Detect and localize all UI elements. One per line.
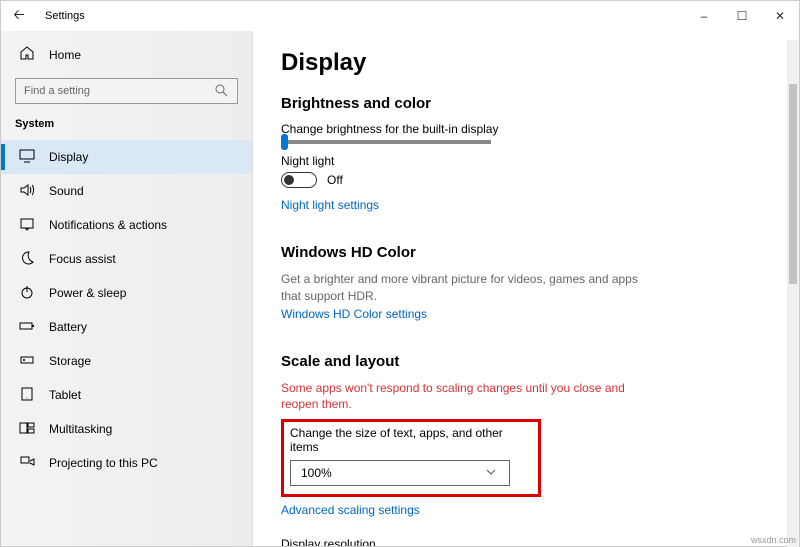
display-icon	[19, 148, 35, 167]
sidebar: Home Find a setting System Display Sound	[1, 31, 253, 546]
scrollbar-thumb[interactable]	[789, 84, 797, 284]
search-placeholder: Find a setting	[24, 85, 90, 97]
sidebar-item-label: Battery	[49, 320, 87, 334]
sidebar-item-projecting[interactable]: Projecting to this PC	[1, 446, 252, 480]
sidebar-item-battery[interactable]: Battery	[1, 310, 252, 344]
watermark: wsxdn.com	[751, 535, 796, 545]
main-content: Display Brightness and color Change brig…	[253, 31, 799, 546]
scale-dropdown-label: Change the size of text, apps, and other…	[290, 426, 532, 454]
sidebar-item-label: Tablet	[49, 388, 81, 402]
search-icon	[213, 82, 229, 101]
section-scale: Scale and layout	[281, 353, 771, 370]
scale-dropdown-value: 100%	[301, 466, 332, 480]
nightlight-settings-link[interactable]: Night light settings	[281, 198, 379, 212]
sidebar-item-label: Focus assist	[49, 252, 116, 266]
sidebar-item-focus-assist[interactable]: Focus assist	[1, 242, 252, 276]
brightness-slider[interactable]	[281, 140, 491, 144]
home-icon	[19, 45, 35, 64]
storage-icon	[19, 352, 35, 371]
nightlight-state: Off	[327, 173, 343, 187]
sidebar-item-storage[interactable]: Storage	[1, 344, 252, 378]
sidebar-item-label: Display	[49, 150, 88, 164]
settings-window: 🡠 Settings – ☐ ✕ Home Find a setting Sys…	[0, 0, 800, 547]
scrollbar[interactable]	[787, 40, 799, 547]
brightness-slider-label: Change brightness for the built-in displ…	[281, 122, 771, 136]
scale-warning: Some apps won't respond to scaling chang…	[281, 380, 651, 414]
moon-icon	[19, 250, 35, 269]
sidebar-item-label: Power & sleep	[49, 286, 126, 300]
nightlight-label: Night light	[281, 154, 771, 168]
category-header: System	[1, 114, 252, 140]
chevron-down-icon	[483, 464, 499, 483]
home-label: Home	[49, 48, 81, 62]
multitasking-icon	[19, 420, 35, 439]
back-button[interactable]: 🡠	[7, 4, 31, 28]
sidebar-item-notifications[interactable]: Notifications & actions	[1, 208, 252, 242]
advanced-scaling-link[interactable]: Advanced scaling settings	[281, 503, 420, 517]
home-nav[interactable]: Home	[1, 39, 252, 70]
sidebar-item-sound[interactable]: Sound	[1, 174, 252, 208]
power-icon	[19, 284, 35, 303]
slider-thumb[interactable]	[281, 134, 288, 150]
battery-icon	[19, 318, 35, 337]
maximize-button[interactable]: ☐	[723, 1, 761, 31]
section-hdcolor: Windows HD Color	[281, 244, 771, 261]
page-title: Display	[281, 49, 771, 77]
sidebar-item-label: Projecting to this PC	[49, 456, 158, 470]
titlebar: 🡠 Settings – ☐ ✕	[1, 1, 799, 31]
sidebar-item-display[interactable]: Display	[1, 140, 252, 174]
close-button[interactable]: ✕	[761, 1, 799, 31]
sidebar-item-tablet[interactable]: Tablet	[1, 378, 252, 412]
sound-icon	[19, 182, 35, 201]
sidebar-item-label: Notifications & actions	[49, 218, 167, 232]
sidebar-item-label: Sound	[49, 184, 84, 198]
scale-highlight: Change the size of text, apps, and other…	[281, 419, 541, 497]
sidebar-item-label: Multitasking	[49, 422, 112, 436]
nightlight-toggle[interactable]	[281, 172, 317, 188]
toggle-knob	[284, 175, 294, 185]
nav-list: Display Sound Notifications & actions Fo…	[1, 140, 252, 546]
search-input[interactable]: Find a setting	[15, 78, 238, 104]
tablet-icon	[19, 386, 35, 405]
section-brightness: Brightness and color	[281, 95, 771, 112]
minimize-button[interactable]: –	[685, 1, 723, 31]
sidebar-item-multitasking[interactable]: Multitasking	[1, 412, 252, 446]
notifications-icon	[19, 216, 35, 235]
scale-dropdown[interactable]: 100%	[290, 460, 510, 486]
hdcolor-desc: Get a brighter and more vibrant picture …	[281, 271, 651, 305]
projecting-icon	[19, 454, 35, 473]
sidebar-item-power[interactable]: Power & sleep	[1, 276, 252, 310]
hdcolor-settings-link[interactable]: Windows HD Color settings	[281, 307, 427, 321]
display-resolution-label: Display resolution	[281, 537, 771, 546]
sidebar-item-label: Storage	[49, 354, 91, 368]
window-title: Settings	[45, 10, 85, 22]
